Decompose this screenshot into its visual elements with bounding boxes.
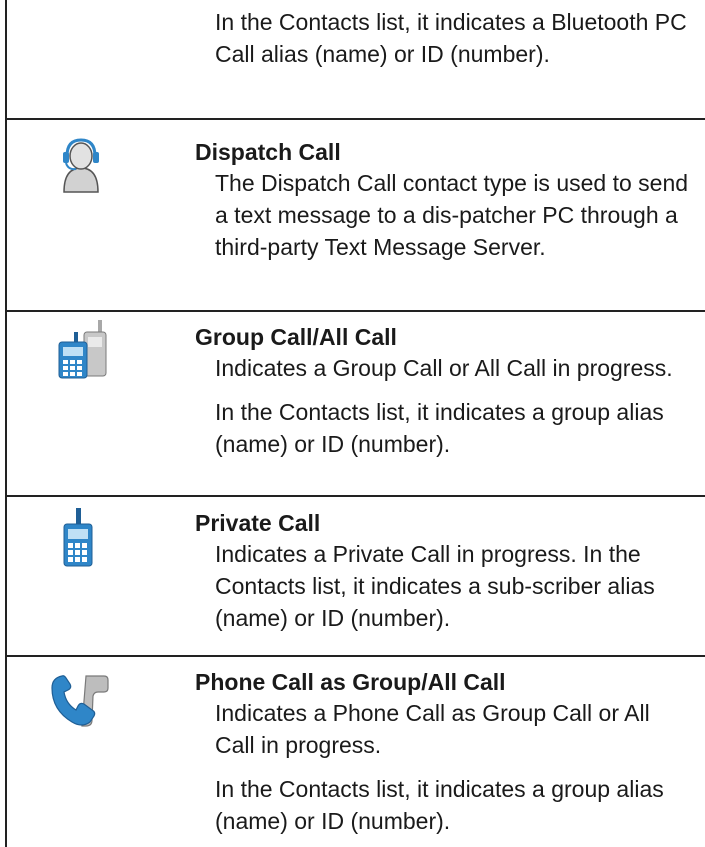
row-description: In the Contacts list, it indicates a Blu… bbox=[215, 9, 687, 67]
row-divider bbox=[5, 655, 705, 657]
dispatch-headset-icon bbox=[63, 138, 99, 193]
row-divider bbox=[5, 118, 705, 120]
table-row: Private Call Indicates a Private Call in… bbox=[195, 508, 695, 634]
phone-group-handset-icon bbox=[51, 675, 109, 727]
row-title: Phone Call as Group/All Call bbox=[195, 669, 506, 695]
row-description: Indicates a Private Call in progress. In… bbox=[215, 541, 655, 631]
table-row: In the Contacts list, it indicates a Blu… bbox=[195, 6, 695, 70]
row-description: In the Contacts list, it indicates a gro… bbox=[215, 776, 664, 834]
table-left-border bbox=[5, 0, 7, 847]
table-row: Dispatch Call The Dispatch Call contact … bbox=[195, 137, 695, 263]
row-divider bbox=[5, 495, 705, 497]
private-radio-icon bbox=[63, 508, 93, 567]
row-divider bbox=[5, 310, 705, 312]
row-title: Group Call/All Call bbox=[195, 324, 397, 350]
row-description: Indicates a Phone Call as Group Call or … bbox=[215, 700, 650, 758]
row-description: Indicates a Group Call or All Call in pr… bbox=[215, 355, 673, 381]
group-radios-icon bbox=[58, 320, 107, 379]
table-row: Phone Call as Group/All Call Indicates a… bbox=[195, 667, 695, 837]
row-title: Dispatch Call bbox=[195, 139, 341, 165]
row-title: Private Call bbox=[195, 510, 321, 536]
row-description: In the Contacts list, it indicates a gro… bbox=[215, 399, 664, 457]
row-description: The Dispatch Call contact type is used t… bbox=[215, 170, 689, 260]
table-row: Group Call/All Call Indicates a Group Ca… bbox=[195, 322, 695, 460]
